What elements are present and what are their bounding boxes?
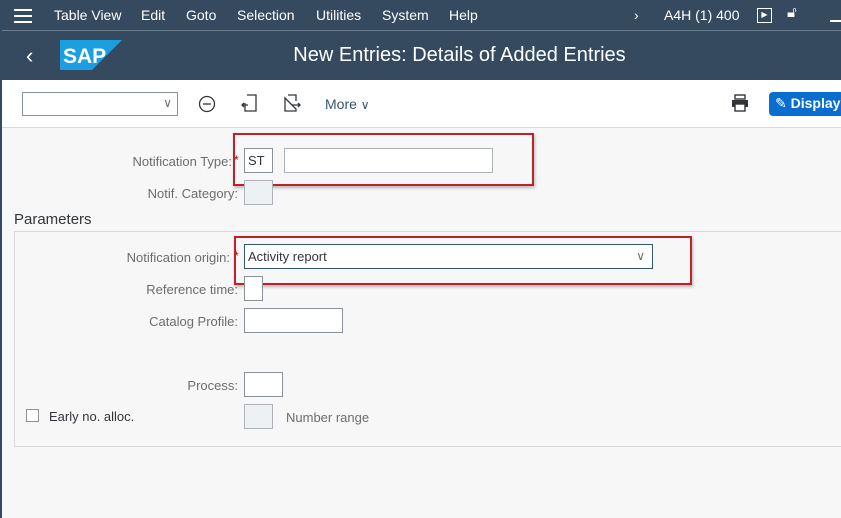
more-button[interactable]: More ∨ (325, 96, 370, 112)
print-icon[interactable] (731, 94, 749, 117)
highlight-box (234, 236, 692, 285)
display-button[interactable]: ✎ Display (769, 92, 841, 116)
notif-category-field (244, 180, 273, 205)
menu-icon[interactable] (14, 9, 32, 23)
notification-type-label: Notification Type: (132, 154, 232, 169)
chevron-down-icon: ∨ (360, 98, 370, 112)
previous-entry-icon[interactable] (241, 93, 259, 118)
early-no-alloc-label: Early no. alloc. (49, 409, 135, 424)
chevron-right-icon[interactable]: › (634, 7, 639, 23)
notif-category-label: Notif. Category: (147, 186, 238, 201)
menu-utilities[interactable]: Utilities (316, 7, 361, 23)
menu-system[interactable]: System (382, 7, 429, 23)
process-input[interactable] (244, 372, 283, 397)
page-title: New Entries: Details of Added Entries (293, 44, 626, 66)
chevron-down-icon: ∨ (163, 96, 172, 110)
play-icon[interactable]: ▶ (757, 8, 772, 23)
process-label: Process: (187, 378, 238, 393)
highlight-box (233, 133, 534, 186)
toolbar: ∨ More ∨ ✎ Display (2, 80, 841, 128)
menu-goto[interactable]: Goto (186, 7, 216, 23)
notification-origin-label: Notification origin: (126, 250, 230, 265)
system-info: A4H (1) 400 (664, 7, 740, 23)
reference-time-label: Reference time: (146, 282, 238, 297)
menu-help[interactable]: Help (449, 7, 478, 23)
menu-edit[interactable]: Edit (141, 7, 165, 23)
parameters-title: Parameters (14, 211, 92, 228)
display-label: Display (790, 95, 841, 111)
menu-table-view[interactable]: Table View (54, 7, 121, 23)
display-change-icon: ✎ (775, 95, 787, 111)
title-bar: ‹ SAP New Entries: Details of Added Entr… (2, 31, 841, 80)
unlock-icon[interactable]: 🔓︎ (787, 4, 797, 21)
minimize-icon[interactable] (830, 20, 841, 22)
menu-selection[interactable]: Selection (237, 7, 295, 23)
cancel-icon[interactable] (198, 95, 216, 118)
next-entry-icon[interactable] (282, 93, 302, 118)
catalog-profile-label: Catalog Profile: (149, 314, 238, 329)
more-label: More (325, 96, 357, 112)
menu-bar: Table View Edit Goto Selection Utilities… (2, 0, 841, 31)
number-range-field (244, 404, 273, 429)
early-no-alloc-checkbox[interactable] (26, 409, 39, 422)
reference-time-input[interactable] (244, 276, 263, 301)
catalog-profile-input[interactable] (244, 308, 343, 333)
number-range-label: Number range (286, 410, 370, 425)
command-field[interactable]: ∨ (22, 92, 178, 116)
